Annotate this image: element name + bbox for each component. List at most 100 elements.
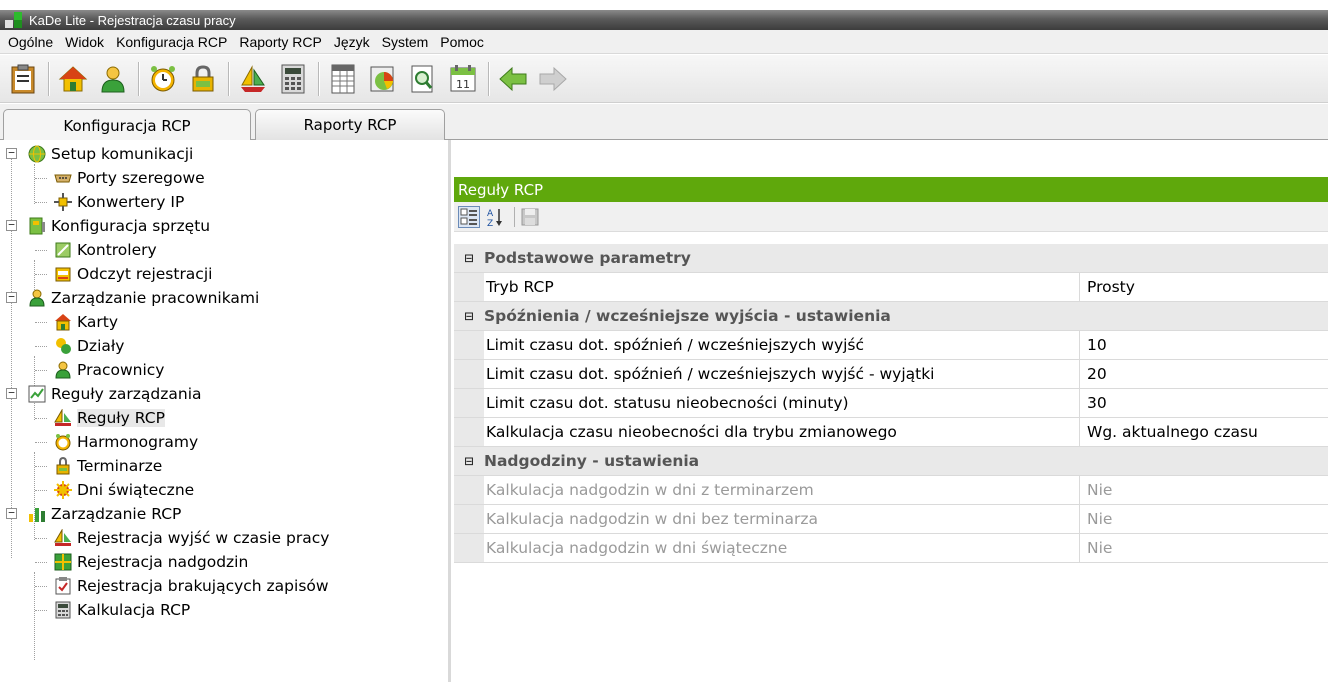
property-value[interactable]: Prosty xyxy=(1080,273,1328,301)
tree-item[interactable]: Porty szeregowe xyxy=(54,166,205,190)
tree-item[interactable]: Rejestracja brakujących zapisów xyxy=(54,574,329,598)
svg-text:A: A xyxy=(487,209,494,219)
tree-item-label: Rejestracja nadgodzin xyxy=(77,553,249,571)
collapse-toggle[interactable]: − xyxy=(6,147,17,159)
property-row[interactable]: Kalkulacja czasu nieobecności dla trybu … xyxy=(454,418,1328,447)
tree-item[interactable]: Konfiguracja sprzętu xyxy=(28,214,210,238)
home-icon[interactable] xyxy=(56,62,90,96)
user-icon[interactable] xyxy=(96,62,130,96)
collapse-toggle[interactable]: − xyxy=(6,507,17,519)
save-icon[interactable] xyxy=(519,206,541,228)
exit-registration-icon xyxy=(54,529,72,547)
sort-az-icon[interactable]: AZ xyxy=(484,206,506,228)
collapse-toggle[interactable]: − xyxy=(6,291,17,303)
tree-item[interactable]: Kontrolery xyxy=(54,238,157,262)
tree-connector xyxy=(35,370,47,371)
back-arrow-icon[interactable] xyxy=(496,62,530,96)
category-label: Nadgodziny - ustawienia xyxy=(484,452,700,470)
tree-item[interactable]: Pracownicy xyxy=(54,358,164,382)
menu-rcp-config[interactable]: Konfiguracja RCP xyxy=(110,34,233,50)
property-value: Nie xyxy=(1087,539,1113,557)
collapse-toggle[interactable]: − xyxy=(6,387,17,399)
menu-view[interactable]: Widok xyxy=(59,34,110,50)
property-row[interactable]: Limit czasu dot. spóźnień / wcześniejszy… xyxy=(454,331,1328,360)
forward-arrow-icon[interactable] xyxy=(536,62,570,96)
sailboat-icon[interactable] xyxy=(236,62,270,96)
alarm-clock-icon[interactable] xyxy=(146,62,180,96)
padlock-icon[interactable] xyxy=(186,62,220,96)
tree-item[interactable]: Rejestracja wyjść w czasie pracy xyxy=(54,526,329,550)
menu-rcp-reports[interactable]: Raporty RCP xyxy=(233,34,327,50)
tree-item-label: Odczyt rejestracji xyxy=(77,265,213,283)
tree-item[interactable]: Zarządzanie RCP xyxy=(28,502,181,526)
tree-item-label: Konfiguracja sprzętu xyxy=(51,217,211,235)
tree-item[interactable]: Rejestracja nadgodzin xyxy=(54,550,248,574)
property-category[interactable]: ⊟ Spóźnienia / wcześniejsze wyjścia - ust… xyxy=(454,302,1328,331)
tree-item[interactable]: Działy xyxy=(54,334,124,358)
tree-item[interactable]: Harmonogramy xyxy=(54,430,198,454)
property-category[interactable]: ⊟ Nadgodziny - ustawienia xyxy=(454,447,1328,476)
clipboard-icon[interactable] xyxy=(6,62,40,96)
tree-item[interactable]: Odczyt rejestracji xyxy=(54,262,212,286)
menu-bar: Ogólne Widok Konfiguracja RCP Raporty RC… xyxy=(0,30,1328,54)
tree-item[interactable]: Reguły RCP xyxy=(54,406,165,430)
categorized-icon[interactable] xyxy=(458,205,480,228)
tree-item[interactable]: Konwertery IP xyxy=(54,190,184,214)
collapse-toggle[interactable]: − xyxy=(6,219,17,231)
toolbar-separator xyxy=(228,61,230,96)
property-row[interactable]: Kalkulacja nadgodzin w dni z terminarzem… xyxy=(454,476,1328,505)
menu-general[interactable]: Ogólne xyxy=(2,34,59,50)
tree-item[interactable]: Terminarze xyxy=(54,454,162,478)
property-category[interactable]: ⊟ Podstawowe parametry xyxy=(454,244,1328,273)
property-row[interactable]: Kalkulacja nadgodzin w dni bez terminarz… xyxy=(454,505,1328,534)
tree-item-label: Porty szeregowe xyxy=(77,169,205,187)
property-value[interactable]: 30 xyxy=(1080,389,1328,417)
row-margin xyxy=(454,534,484,562)
tree-item[interactable]: Reguły zarządzania xyxy=(28,382,202,406)
menu-system[interactable]: System xyxy=(376,34,435,50)
tree-connector xyxy=(35,418,47,419)
tab-raporty-rcp[interactable]: Raporty RCP xyxy=(255,109,445,140)
properties-panel: Reguły RCP AZ ⊟ Podstawowe parametry Tryb … xyxy=(454,140,1328,682)
tree-item[interactable]: Dni świąteczne xyxy=(54,478,194,502)
row-margin xyxy=(454,273,484,301)
overtime-icon xyxy=(54,553,72,571)
collapse-toggle-icon[interactable]: ⊟ xyxy=(454,307,484,325)
tree-item-label: Kalkulacja RCP xyxy=(77,601,191,619)
menu-help[interactable]: Pomoc xyxy=(434,34,490,50)
property-row[interactable]: Limit czasu dot. statusu nieobecności (m… xyxy=(454,389,1328,418)
property-value[interactable]: 20 xyxy=(1080,360,1328,388)
reader-icon xyxy=(54,265,72,283)
serial-port-icon xyxy=(54,169,72,187)
tree-item[interactable]: Kalkulacja RCP xyxy=(54,598,190,622)
schedule-icon xyxy=(54,433,72,451)
property-value[interactable]: Wg. aktualnego czasu xyxy=(1080,418,1328,446)
tree-item-label: Zarządzanie pracownikami xyxy=(51,289,260,307)
property-value[interactable]: 10 xyxy=(1080,331,1328,359)
toolbar-separator xyxy=(514,206,515,227)
property-row[interactable]: Limit czasu dot. spóźnień / wcześniejszy… xyxy=(454,360,1328,389)
calendar-icon[interactable]: 11 xyxy=(446,62,480,96)
property-row[interactable]: Kalkulacja nadgodzin w dni świąteczne Nie xyxy=(454,534,1328,563)
row-margin xyxy=(454,476,484,504)
tree-item-label: Pracownicy xyxy=(77,361,165,379)
property-row[interactable]: Tryb RCP Prosty xyxy=(454,273,1328,302)
property-name: Kalkulacja nadgodzin w dni bez terminarz… xyxy=(484,505,1080,533)
window-title: KaDe Lite - Rejestracja czasu pracy xyxy=(29,12,236,28)
property-name: Kalkulacja nadgodzin w dni z terminarzem xyxy=(484,476,1080,504)
hardware-icon xyxy=(28,217,46,235)
chart-icon[interactable] xyxy=(366,62,400,96)
spreadsheet-icon[interactable] xyxy=(326,62,360,96)
tab-konfiguracja-rcp[interactable]: Konfiguracja RCP xyxy=(3,109,251,141)
menu-language[interactable]: Język xyxy=(328,34,376,50)
tree-item[interactable]: Karty xyxy=(54,310,118,334)
collapse-toggle-icon[interactable]: ⊟ xyxy=(454,249,484,267)
tree-item[interactable]: Setup komunikacji xyxy=(28,142,193,166)
collapse-toggle-icon[interactable]: ⊟ xyxy=(454,452,484,470)
departments-icon xyxy=(54,337,72,355)
tree-item-label: Reguły zarządzania xyxy=(51,385,202,403)
tree-item[interactable]: Zarządzanie pracownikami xyxy=(28,286,259,310)
search-document-icon[interactable] xyxy=(406,62,440,96)
card-icon xyxy=(54,313,72,331)
calculator-icon[interactable] xyxy=(276,62,310,96)
